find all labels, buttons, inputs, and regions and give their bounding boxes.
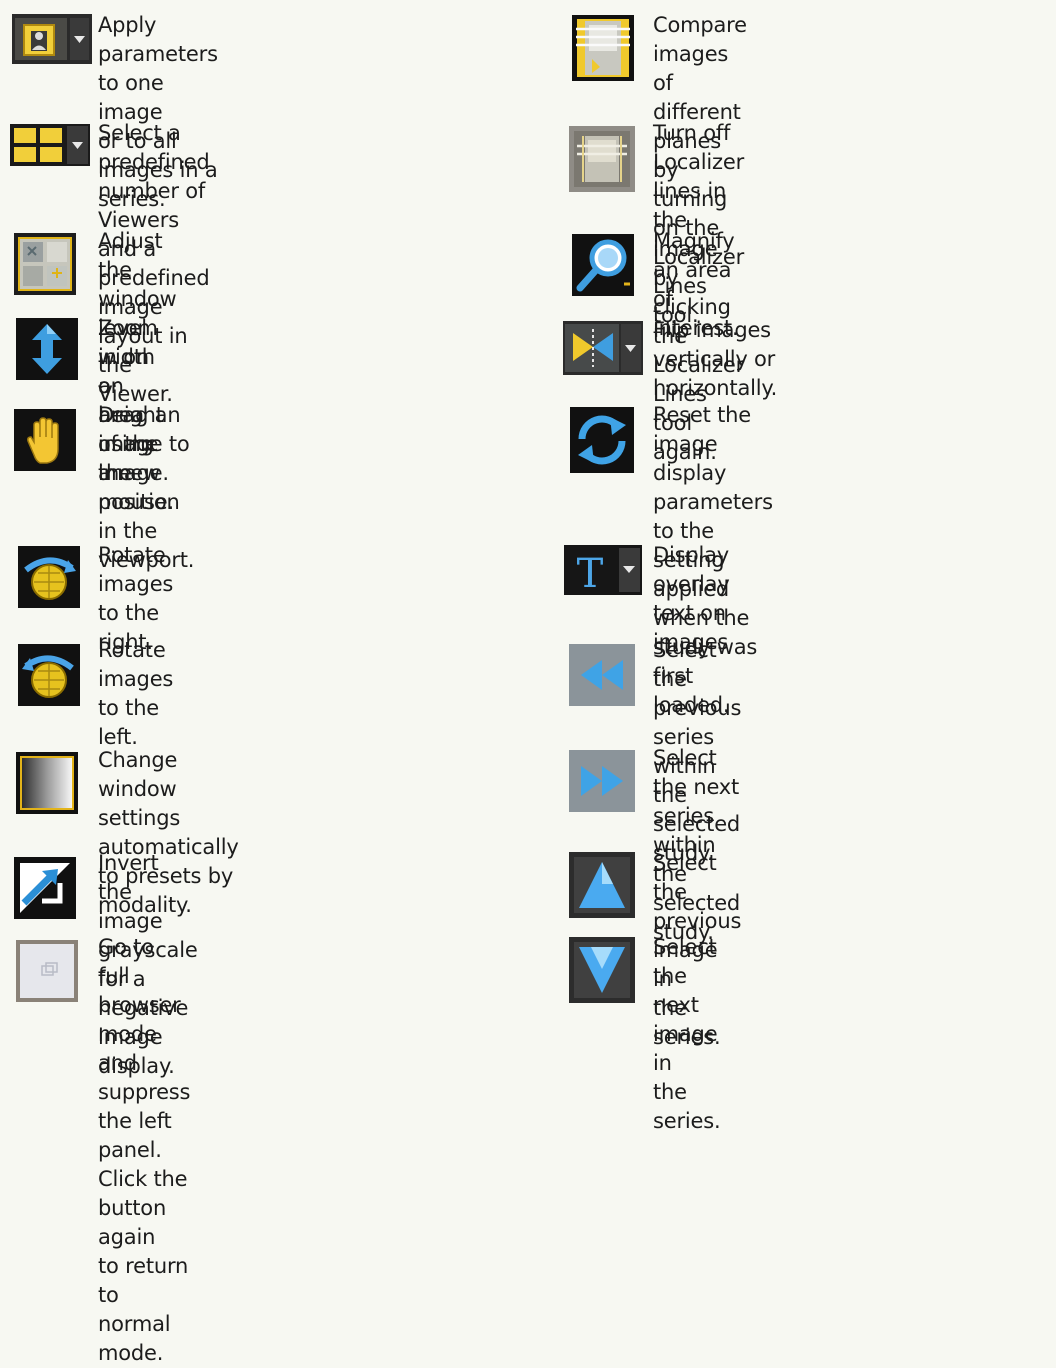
overlay-text-icon[interactable]: T — [564, 545, 642, 595]
description: Flip images vertically or horizontally. — [653, 318, 778, 400]
window-level-icon[interactable] — [14, 233, 76, 295]
zoom-arrow-icon[interactable] — [16, 318, 78, 380]
next-series-icon[interactable] — [569, 750, 635, 812]
apply-parameters-icon[interactable] — [12, 14, 92, 64]
pan-hand-icon[interactable] — [14, 409, 76, 471]
description: Go to full browser mode and suppress the… — [98, 935, 191, 1365]
window-presets-icon[interactable] — [16, 752, 78, 814]
description: Rotate images to the left. — [98, 638, 174, 749]
rotate-left-icon[interactable] — [18, 644, 80, 706]
flip-image-icon[interactable] — [563, 321, 643, 375]
full-browser-mode-icon[interactable] — [16, 940, 78, 1002]
localizer-lines-off-icon[interactable] — [569, 126, 635, 192]
next-image-icon[interactable] — [569, 937, 635, 1003]
magnify-icon[interactable] — [572, 234, 634, 296]
previous-image-icon[interactable] — [569, 852, 635, 918]
previous-series-icon[interactable] — [569, 644, 635, 706]
viewer-layout-icon[interactable] — [10, 124, 90, 166]
invert-grayscale-icon[interactable] — [14, 857, 76, 919]
description: Select the next image in the series. — [653, 935, 721, 1133]
localizer-lines-on-icon[interactable] — [572, 15, 634, 81]
svg-text:T: T — [577, 551, 604, 595]
rotate-right-icon[interactable] — [18, 546, 80, 608]
reset-display-icon[interactable] — [570, 407, 634, 473]
